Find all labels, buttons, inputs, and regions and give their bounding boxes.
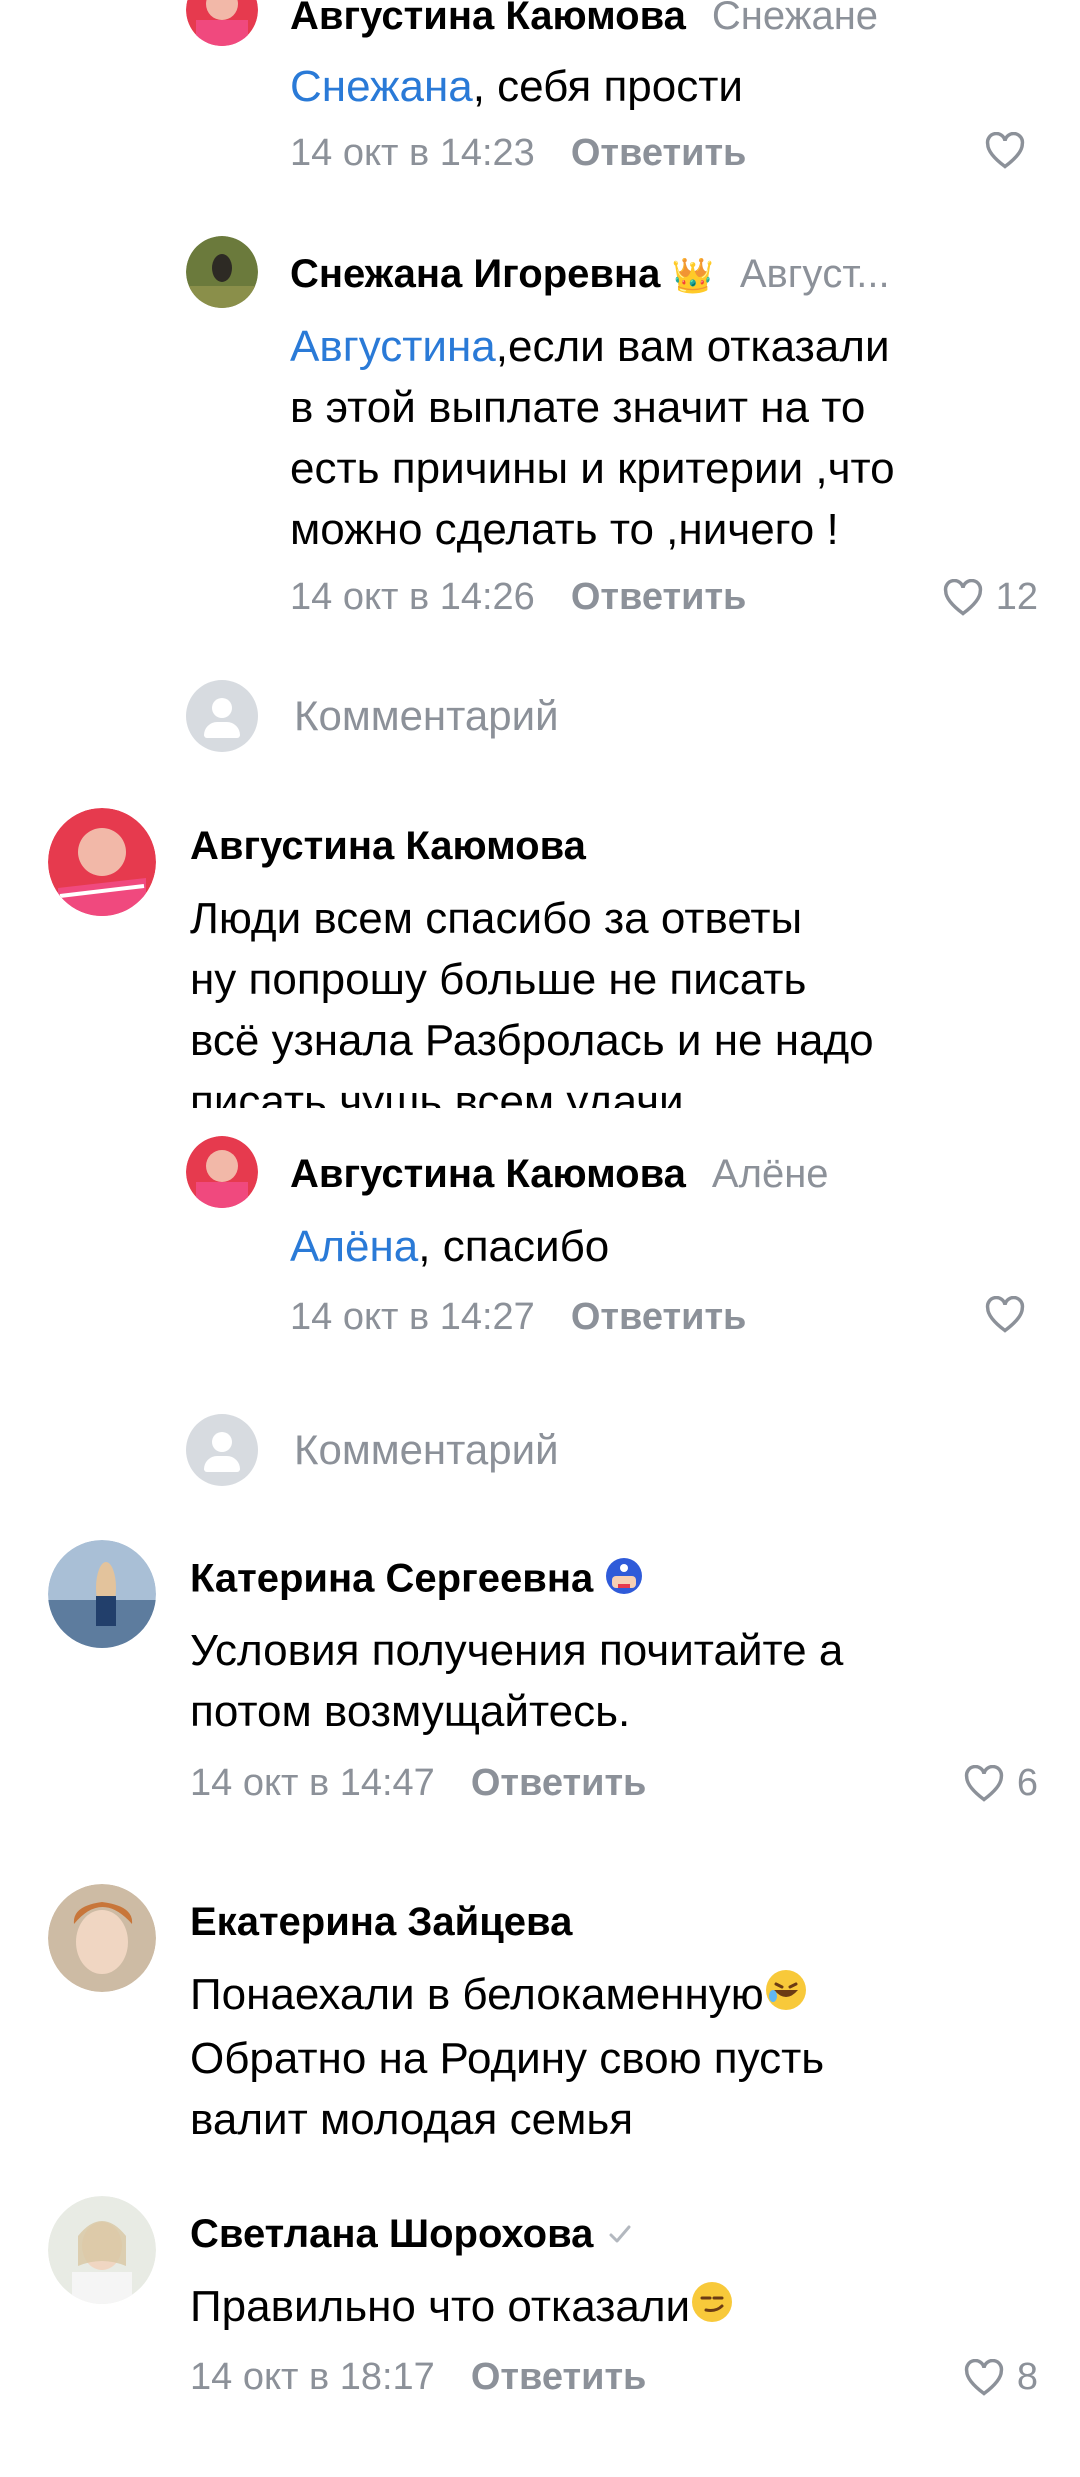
avatar[interactable] [186, 0, 258, 46]
avatar[interactable] [186, 1136, 258, 1208]
heart-outline-icon [985, 1296, 1025, 1333]
comment-text: Правильно что отказали [190, 2276, 1040, 2340]
reply-button[interactable]: Ответить [571, 132, 747, 174]
comment-time: 14 окт в 14:27 [290, 1296, 535, 1338]
like-button[interactable] [984, 132, 1038, 170]
comment-author[interactable]: Катерина Сергеевна [190, 1556, 644, 1606]
reply-button[interactable]: Ответить [571, 576, 747, 618]
mention-link[interactable]: Августина [290, 322, 496, 371]
crown-icon: 👑 [671, 257, 714, 296]
heart-outline-icon [964, 2358, 1004, 2396]
comment-input-placeholder[interactable]: Комментарий [294, 1426, 559, 1474]
comment-text: Алёна, спасибо [290, 1222, 610, 1271]
captain-america-icon [604, 1556, 644, 1606]
comment-text: Августина,если вам отказали в этой выпла… [290, 322, 895, 554]
heart-outline-icon [943, 578, 982, 616]
reply-button[interactable]: Ответить [471, 2356, 647, 2398]
comment-author[interactable]: Августина Каюмова [190, 824, 586, 869]
write-comment-row[interactable]: Комментарий [186, 1414, 559, 1486]
check-icon [605, 2214, 635, 2259]
rofl-emoji-icon [764, 1967, 808, 2028]
comment-author[interactable]: Августина Каюмова Алёне [290, 1152, 829, 1197]
like-button[interactable] [984, 1296, 1038, 1334]
comment-author[interactable]: Августина Каюмова Снежане [290, 0, 878, 39]
comment-text: Люди всем спасибо за ответы ну попрошу б… [190, 894, 874, 1108]
reply-to-label[interactable]: Снежане [712, 0, 878, 38]
comment-meta: 14 окт в 14:47 Ответить [190, 1762, 646, 1805]
comment-meta: 14 окт в 14:26 Ответить [290, 576, 746, 619]
comment-time: 14 окт в 18:17 [190, 2356, 435, 2398]
comment-text: Понаехали в белокаменную Обратно на Роди… [190, 1964, 1040, 2150]
comment-meta: 14 окт в 14:23 Ответить [290, 132, 746, 175]
avatar[interactable] [48, 1884, 156, 1992]
like-button[interactable]: 6 [963, 1762, 1038, 1805]
comment-text: Снежана, себя прости [290, 62, 743, 111]
comment-text: Условия получения почитайте а потом возм… [190, 1626, 844, 1736]
reply-to-label[interactable]: Алёне [712, 1152, 829, 1196]
avatar[interactable] [186, 236, 258, 308]
comment-time: 14 окт в 14:47 [190, 1762, 435, 1804]
smirk-emoji-icon [690, 2279, 734, 2340]
heart-outline-icon [985, 132, 1025, 169]
comment-meta: 14 окт в 18:17 Ответить [190, 2356, 646, 2399]
avatar[interactable] [48, 1540, 156, 1648]
avatar[interactable] [48, 2196, 156, 2304]
comment-time: 14 окт в 14:26 [290, 576, 535, 618]
mention-link[interactable]: Снежана [290, 62, 473, 111]
mention-link[interactable]: Алёна [290, 1222, 418, 1271]
reply-button[interactable]: Ответить [571, 1296, 747, 1338]
comment-meta: 14 окт в 14:27 Ответить [290, 1296, 746, 1339]
heart-outline-icon [964, 1764, 1004, 1802]
reply-button[interactable]: Ответить [471, 1762, 647, 1804]
comment-author[interactable]: Екатерина Зайцева [190, 1900, 572, 1945]
comment-author[interactable]: Снежана Игоревна 👑 Авгуcт... [290, 252, 890, 297]
write-comment-row[interactable]: Комментарий [186, 680, 559, 752]
reply-to-label[interactable]: Авгуcт... [740, 252, 890, 296]
user-avatar-placeholder-icon [186, 680, 258, 752]
comment-input-placeholder[interactable]: Комментарий [294, 692, 559, 740]
comment-author[interactable]: Светлана Шорохова [190, 2212, 635, 2259]
user-avatar-placeholder-icon [186, 1414, 258, 1486]
like-button[interactable]: 12 [942, 576, 1038, 619]
avatar[interactable] [48, 808, 156, 916]
comment-time: 14 окт в 14:23 [290, 132, 535, 174]
like-button[interactable]: 8 [963, 2356, 1038, 2399]
